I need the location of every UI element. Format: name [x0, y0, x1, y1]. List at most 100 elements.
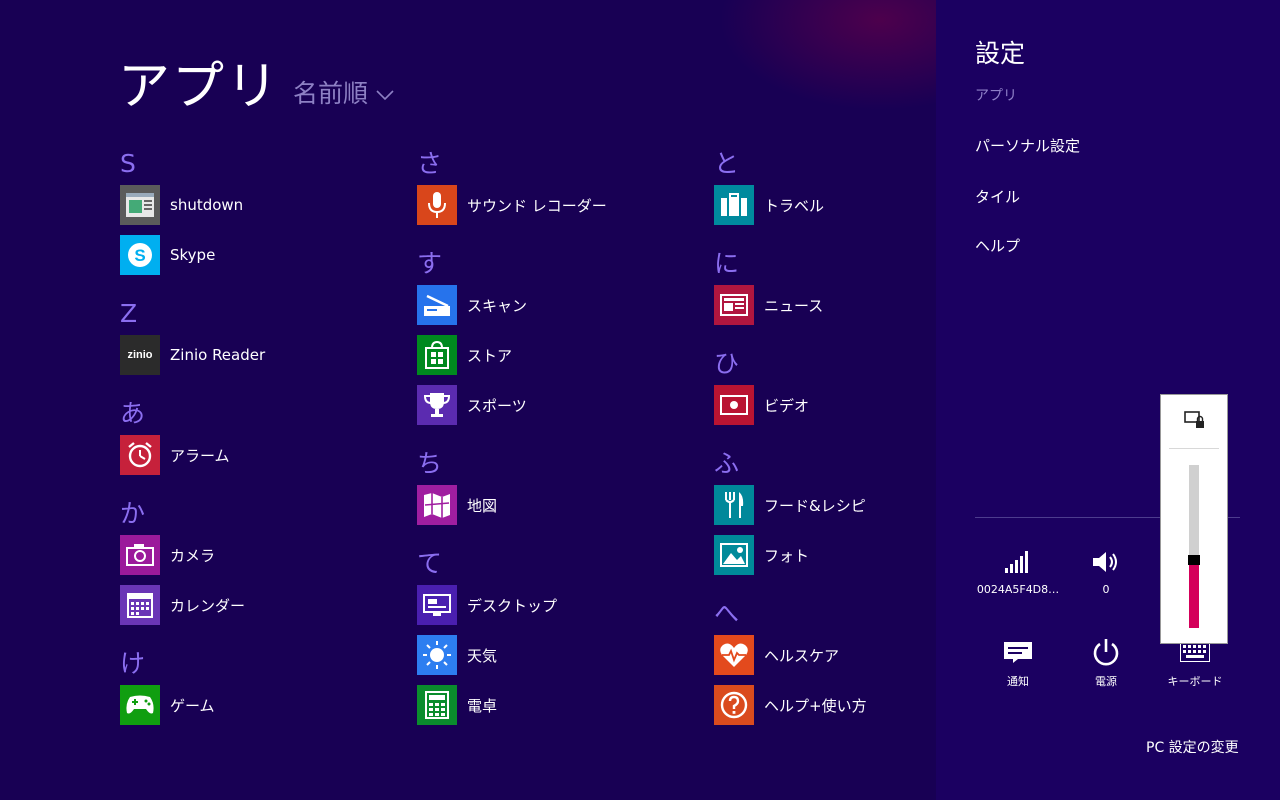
apps-view: アプリ 名前順 Sshutdown S Skype Zzinio Zinio Reade…	[0, 0, 936, 800]
alarm-icon	[120, 435, 160, 475]
rotation-lock-icon[interactable]	[1184, 411, 1206, 433]
notifications-label: 通知	[1007, 675, 1029, 688]
heart-pulse-icon	[714, 635, 754, 675]
desktop-icon	[417, 585, 457, 625]
group-header[interactable]: さ	[417, 150, 442, 178]
fork-knife-icon	[714, 485, 754, 525]
app-label: デスクトップ	[467, 596, 558, 615]
app-label: スポーツ	[467, 396, 527, 415]
trophy-icon	[417, 385, 457, 425]
skype-icon: S	[120, 235, 160, 275]
app-label: shutdown	[170, 196, 244, 214]
volume-label: 0	[1102, 583, 1110, 596]
app-label: カレンダー	[170, 596, 246, 615]
app-label: 電卓	[467, 696, 498, 715]
newspaper-icon	[714, 285, 754, 325]
calendar-icon	[120, 585, 160, 625]
app-tile[interactable]: zinio Zinio Reader	[120, 335, 390, 375]
charm-item-tiles[interactable]: タイル	[975, 186, 1020, 207]
power-button[interactable]: 電源	[1061, 637, 1151, 689]
brightness-slider[interactable]	[1188, 465, 1200, 628]
group-header[interactable]: に	[714, 250, 739, 278]
app-tile[interactable]: デスクトップ	[417, 585, 687, 625]
chevron-down-icon	[376, 90, 394, 101]
app-tile[interactable]: カレンダー	[120, 585, 390, 625]
brightness-thumb[interactable]	[1188, 555, 1200, 565]
power-label: 電源	[1095, 675, 1117, 688]
app-label: トラベル	[764, 196, 825, 215]
game-controller-icon	[120, 685, 160, 725]
app-tile[interactable]: スキャン	[417, 285, 687, 325]
app-label: ビデオ	[764, 396, 810, 415]
zinio-icon: zinio	[120, 335, 160, 375]
video-icon	[714, 385, 754, 425]
group-header[interactable]: あ	[120, 400, 145, 428]
app-label: カメラ	[170, 546, 216, 565]
app-label: Zinio Reader	[170, 346, 266, 364]
group-header[interactable]: ふ	[714, 450, 739, 478]
app-tile[interactable]: 天気	[417, 635, 687, 675]
app-tile[interactable]: 地図	[417, 485, 687, 525]
help-icon	[714, 685, 754, 725]
app-label: 天気	[467, 646, 498, 665]
brightness-fill	[1189, 563, 1199, 628]
charm-title: 設定	[975, 39, 1026, 68]
app-label: サウンド レコーダー	[467, 196, 607, 215]
speaker-icon	[1061, 547, 1151, 577]
app-label: 地図	[467, 496, 498, 515]
group-header[interactable]: S	[120, 150, 136, 178]
group-header[interactable]: か	[120, 500, 145, 528]
app-tile[interactable]: S Skype	[120, 235, 390, 275]
app-tile[interactable]: 電卓	[417, 685, 687, 725]
power-icon	[1061, 637, 1151, 667]
group-header[interactable]: Z	[120, 300, 137, 328]
app-label: ヘルスケア	[764, 646, 840, 665]
volume-button[interactable]: 0	[1061, 547, 1151, 596]
app-label: ゲーム	[170, 696, 215, 715]
network-label: 0024A5F4D8…	[976, 583, 1060, 596]
photo-icon	[714, 535, 754, 575]
sort-dropdown[interactable]: 名前順	[293, 74, 394, 110]
sort-label: 名前順	[293, 79, 369, 108]
group-header[interactable]: ち	[417, 450, 442, 478]
charm-item-personalize[interactable]: パーソナル設定	[975, 135, 1080, 156]
page-title: アプリ	[118, 57, 281, 117]
brightness-popup	[1160, 394, 1228, 644]
group-header[interactable]: へ	[714, 600, 739, 628]
keyboard-button[interactable]: キーボード	[1150, 637, 1240, 689]
sun-icon	[417, 635, 457, 675]
charm-subtitle: アプリ	[975, 88, 1017, 104]
app-tile[interactable]: shutdown	[120, 185, 390, 225]
app-tile[interactable]: サウンド レコーダー	[417, 185, 687, 225]
app-label: フード&レシピ	[764, 496, 866, 515]
group-header[interactable]: す	[417, 250, 442, 278]
app-tile[interactable]: アラーム	[120, 435, 390, 475]
app-tile[interactable]: スポーツ	[417, 385, 687, 425]
settings-charm: 設定 アプリ パーソナル設定 タイル ヘルプ 0024A5F4D8… 0 通知 …	[936, 0, 1280, 800]
pc-settings-link[interactable]: PC 設定の変更	[1146, 737, 1239, 757]
network-button[interactable]: 0024A5F4D8…	[973, 547, 1063, 596]
app-tile[interactable]: ゲーム	[120, 685, 390, 725]
shutdown-app-icon	[120, 185, 160, 225]
group-header[interactable]: ひ	[714, 350, 739, 378]
app-label: アラーム	[170, 446, 230, 465]
app-label: ヘルプ+使い方	[764, 696, 867, 715]
notifications-button[interactable]: 通知	[973, 637, 1063, 689]
app-label: スキャン	[467, 296, 528, 315]
app-label: フォト	[764, 546, 810, 565]
charm-item-help[interactable]: ヘルプ	[975, 235, 1020, 256]
divider	[1169, 448, 1219, 449]
group-header[interactable]: と	[714, 150, 739, 178]
calculator-icon	[417, 685, 457, 725]
group-header[interactable]: け	[120, 650, 145, 678]
app-tile[interactable]: ストア	[417, 335, 687, 375]
app-label: ニュース	[764, 296, 824, 315]
map-icon	[417, 485, 457, 525]
app-tile[interactable]: カメラ	[120, 535, 390, 575]
svg-text:S: S	[134, 246, 145, 265]
keyboard-label: キーボード	[1167, 675, 1223, 688]
scanner-icon	[417, 285, 457, 325]
group-header[interactable]: て	[417, 550, 442, 578]
camera-icon	[120, 535, 160, 575]
microphone-icon	[417, 185, 457, 225]
